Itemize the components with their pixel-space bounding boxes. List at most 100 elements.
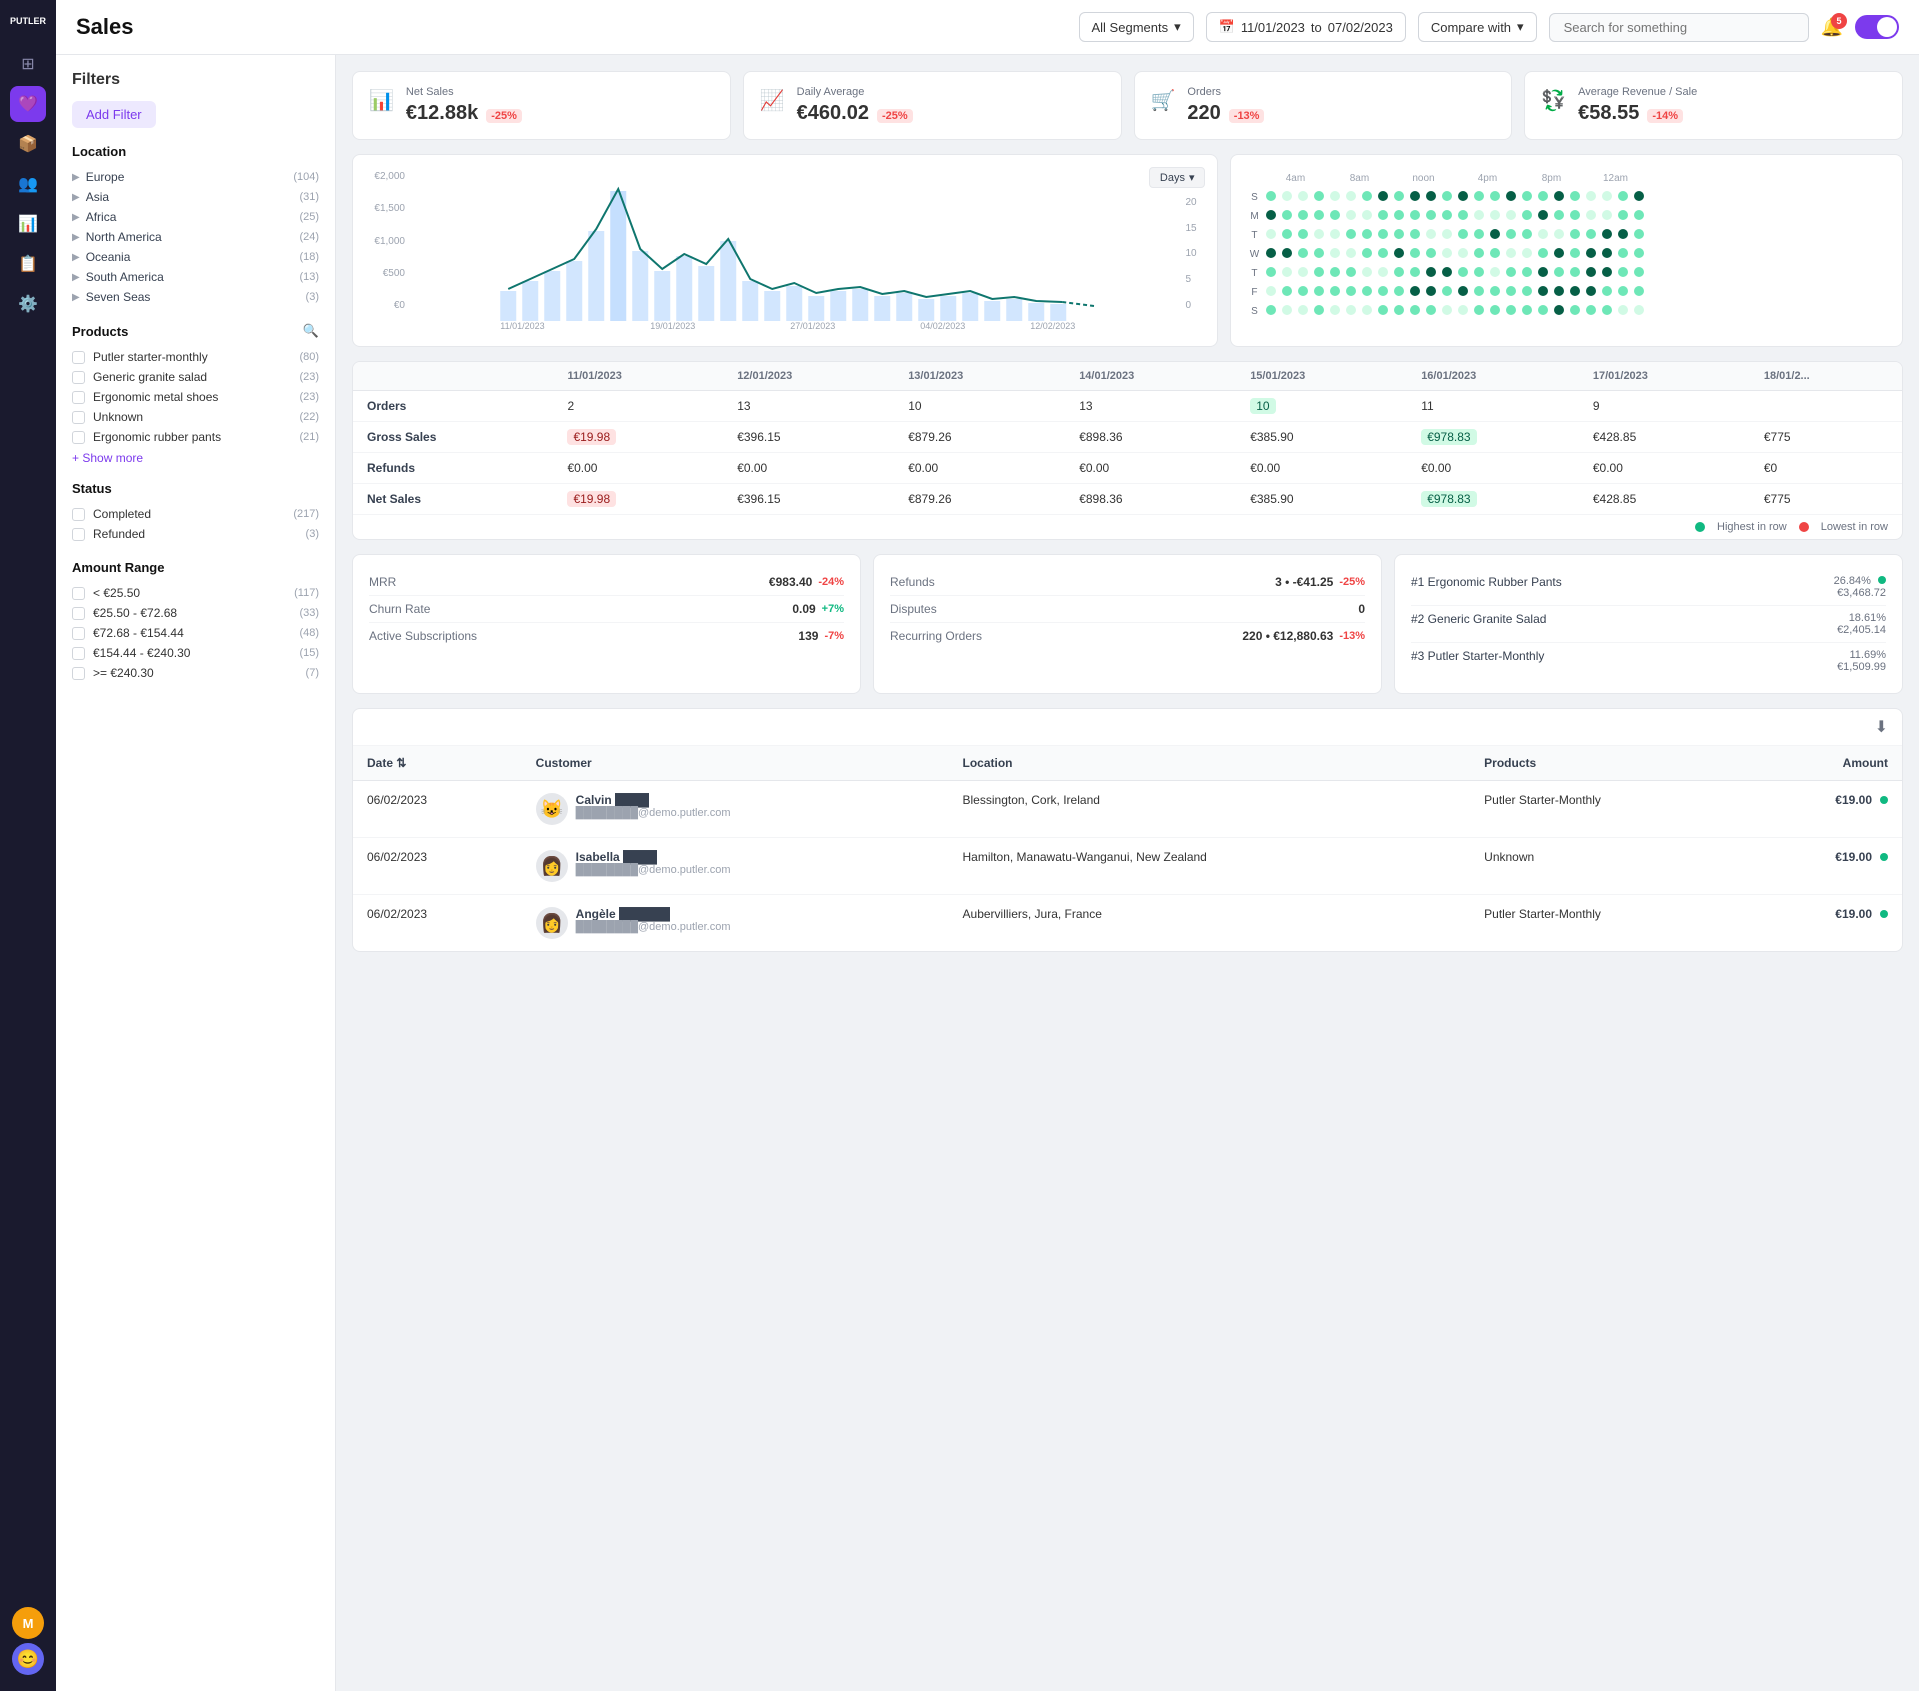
dot-cell — [1521, 209, 1533, 224]
filter-europe[interactable]: ▶Europe (104) — [72, 167, 319, 187]
dot-cell — [1361, 190, 1373, 205]
dot-cell — [1473, 209, 1485, 224]
dot-cell — [1409, 285, 1421, 300]
sidebar-icon-customers[interactable]: 👥 — [10, 166, 46, 202]
filter-amount-2[interactable]: €25.50 - €72.68(33) — [72, 603, 319, 623]
dot-cell — [1329, 266, 1341, 281]
svg-text:12/02/2023: 12/02/2023 — [1030, 321, 1075, 331]
table-row-gross-sales: Gross Sales €19.98 €396.15 €879.26 €898.… — [353, 422, 1902, 453]
sidebar-icon-reports[interactable]: 📋 — [10, 246, 46, 282]
dot-cell — [1601, 209, 1613, 224]
filter-south-america[interactable]: ▶South America (13) — [72, 267, 319, 287]
location-filter-title: Location — [72, 144, 319, 159]
daily-avg-icon: 📈 — [760, 88, 785, 113]
date-range-picker[interactable]: 📅 11/01/2023 to 07/02/2023 — [1206, 12, 1406, 42]
gross-val-6: €978.83 — [1407, 422, 1579, 453]
download-icon[interactable]: ⬇ — [1875, 719, 1888, 736]
filter-product-rubber-pants[interactable]: Ergonomic rubber pants(21) — [72, 427, 319, 447]
filter-product-putler[interactable]: Putler starter-monthly(80) — [72, 347, 319, 367]
sidebar-icon-settings[interactable]: ⚙️ — [10, 286, 46, 322]
dot-cell — [1505, 209, 1517, 224]
tx-date-3: 06/02/2023 — [353, 895, 522, 952]
dot-cell — [1457, 247, 1469, 262]
dot-cell — [1633, 247, 1645, 262]
sidebar-icon-analytics[interactable]: 📊 — [10, 206, 46, 242]
dot-cell — [1393, 228, 1405, 243]
sidebar-icon-products[interactable]: 📦 — [10, 126, 46, 162]
dot-cell — [1585, 247, 1597, 262]
date-from: 11/01/2023 — [1241, 20, 1305, 35]
svg-text:04/02/2023: 04/02/2023 — [920, 321, 965, 331]
dot-cell — [1425, 285, 1437, 300]
filter-amount-1[interactable]: < €25.50(117) — [72, 583, 319, 603]
dot-cell — [1361, 266, 1373, 281]
compare-select[interactable]: Compare with ▾ — [1418, 12, 1537, 42]
segment-chevron-icon: ▾ — [1174, 19, 1181, 35]
time-4am: 4am — [1265, 171, 1325, 186]
dot-cell — [1313, 285, 1325, 300]
dot-cell — [1345, 304, 1357, 319]
filter-product-unknown[interactable]: Unknown(22) — [72, 407, 319, 427]
dot-cell — [1409, 304, 1421, 319]
refunds-val-1: €0.00 — [553, 453, 723, 484]
sort-icon[interactable]: ⇅ — [396, 756, 406, 770]
filter-asia[interactable]: ▶Asia (31) — [72, 187, 319, 207]
net-sales-label: Net Sales — [406, 86, 522, 98]
user-avatar-m[interactable]: M — [12, 1607, 44, 1639]
dot-cell — [1457, 228, 1469, 243]
sidebar-icon-dashboard[interactable]: ⊞ — [10, 46, 46, 82]
filter-amount-3[interactable]: €72.68 - €154.44(48) — [72, 623, 319, 643]
filter-oceania[interactable]: ▶Oceania (18) — [72, 247, 319, 267]
sales-chart-card: Days ▾ €2,000 €1,500 €1,000 €500 €0 — [352, 154, 1218, 347]
dot-cell — [1537, 285, 1549, 300]
table-scroll[interactable]: 11/01/2023 12/01/2023 13/01/2023 14/01/2… — [353, 362, 1902, 514]
search-input[interactable] — [1549, 13, 1809, 42]
time-8pm: 8pm — [1521, 171, 1581, 186]
dot-cell — [1457, 190, 1469, 205]
gross-val-8: €775 — [1750, 422, 1902, 453]
dot-cell — [1569, 304, 1581, 319]
segment-select[interactable]: All Segments ▾ — [1079, 12, 1194, 42]
show-more-products[interactable]: + Show more — [72, 451, 319, 465]
notification-bell[interactable]: 🔔 5 — [1821, 17, 1843, 38]
net-val-7: €428.85 — [1579, 484, 1750, 515]
tx-location-3: Aubervilliers, Jura, France — [949, 895, 1471, 952]
dot-cell — [1505, 266, 1517, 281]
dot-cell — [1345, 285, 1357, 300]
add-filter-button[interactable]: Add Filter — [72, 101, 156, 128]
dot-cell — [1393, 190, 1405, 205]
filter-amount-5[interactable]: >= €240.30(7) — [72, 663, 319, 683]
user-avatar-emoji[interactable]: 😊 — [12, 1643, 44, 1675]
filter-status-refunded[interactable]: Refunded(3) — [72, 524, 319, 544]
dashboard-content: 📊 Net Sales €12.88k -25% 📈 Daily Average — [336, 55, 1919, 1691]
status-filter-title: Status — [72, 481, 319, 496]
table-row: 06/02/2023 👩 Isabella ████ ████████@demo… — [353, 838, 1902, 895]
theme-toggle[interactable] — [1855, 15, 1899, 39]
filter-product-granite[interactable]: Generic granite salad(23) — [72, 367, 319, 387]
lowest-label: Lowest in row — [1821, 521, 1888, 533]
dot-cell — [1569, 266, 1581, 281]
dot-cell — [1281, 209, 1293, 224]
dot-cell — [1505, 304, 1517, 319]
filter-north-america[interactable]: ▶North America (24) — [72, 227, 319, 247]
net-val-1: €19.98 — [553, 484, 723, 515]
refunds-val-8: €0 — [1750, 453, 1902, 484]
dot-cell — [1633, 285, 1645, 300]
product-1: #1 Ergonomic Rubber Pants 26.84% €3,468.… — [1411, 569, 1886, 606]
sidebar-icon-sales[interactable]: 💜 — [10, 86, 46, 122]
filter-seven-seas[interactable]: ▶Seven Seas (3) — [72, 287, 319, 307]
day-label-3: W — [1247, 247, 1261, 262]
col-date-2: 12/01/2023 — [723, 362, 894, 391]
gross-val-2: €396.15 — [723, 422, 894, 453]
dot-cell — [1617, 304, 1629, 319]
search-icon[interactable]: 🔍 — [303, 323, 319, 339]
filter-africa[interactable]: ▶Africa (25) — [72, 207, 319, 227]
avatar-2: 👩 — [536, 850, 568, 882]
dot-cell — [1537, 266, 1549, 281]
filter-product-metal-shoes[interactable]: Ergonomic metal shoes(23) — [72, 387, 319, 407]
dot-cell — [1633, 266, 1645, 281]
filter-status-completed[interactable]: Completed(217) — [72, 504, 319, 524]
dot-cell — [1553, 209, 1565, 224]
sidebar: PUTLER ⊞ 💜 📦 👥 📊 📋 ⚙️ M 😊 — [0, 0, 56, 1691]
filter-amount-4[interactable]: €154.44 - €240.30(15) — [72, 643, 319, 663]
